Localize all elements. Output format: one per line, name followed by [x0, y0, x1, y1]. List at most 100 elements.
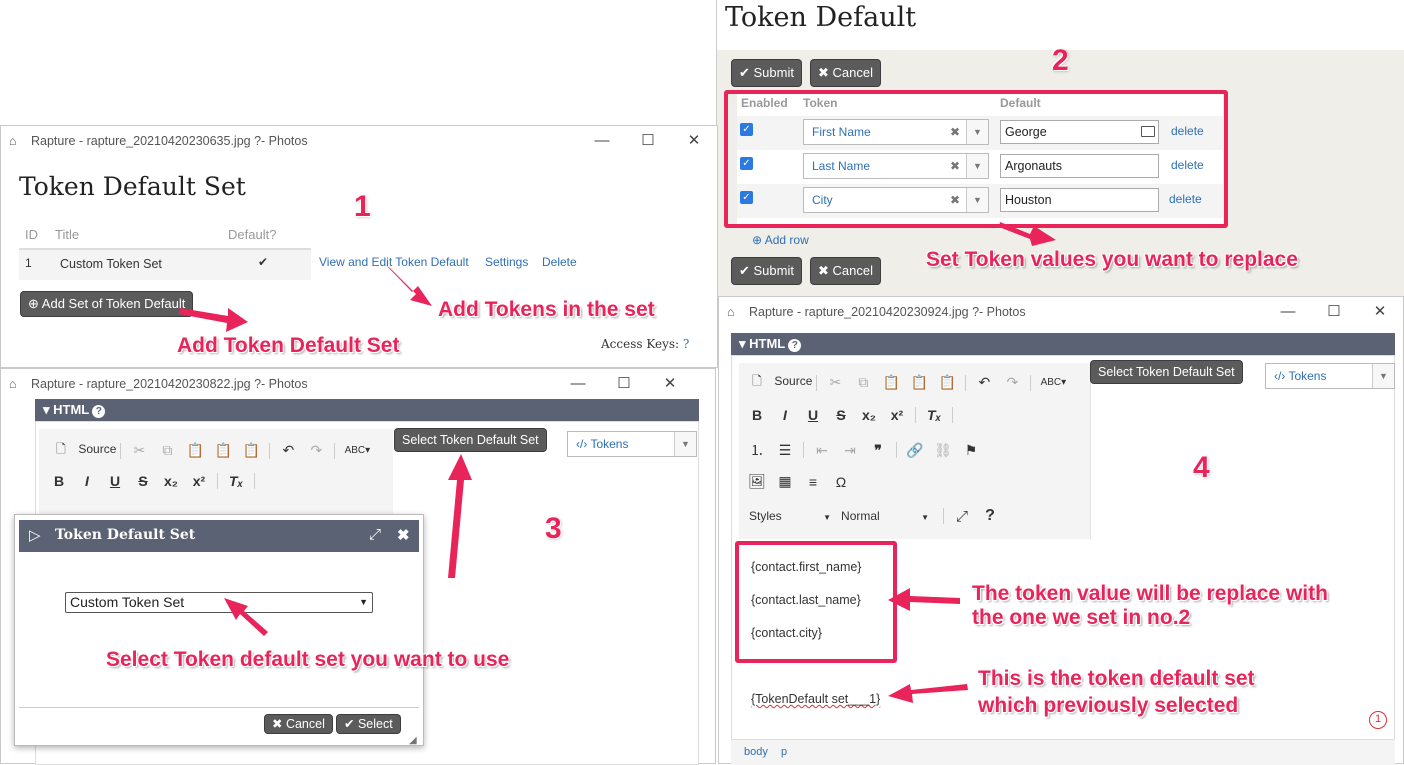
- step-number-2: 2: [1052, 44, 1069, 77]
- paste-text-icon[interactable]: 📋: [209, 442, 237, 459]
- maximize-icon[interactable]: ☐: [625, 126, 671, 156]
- close-icon[interactable]: ✕: [647, 369, 693, 399]
- help-icon[interactable]: ?: [976, 507, 1004, 525]
- select-token-default-set-button[interactable]: Select Token Default Set: [395, 429, 546, 451]
- paste-icon[interactable]: 📋: [181, 442, 209, 459]
- cut-icon[interactable]: ✂: [125, 442, 153, 459]
- redo-icon[interactable]: ↷: [302, 442, 330, 459]
- undo-icon[interactable]: ↶: [970, 374, 998, 391]
- path-body[interactable]: body: [744, 746, 768, 758]
- token-default-set-window: ⌂ Rapture - rapture_20210420230635.jpg ?…: [0, 125, 718, 368]
- add-set-button[interactable]: ⊕ Add Set of Token Default: [21, 292, 193, 316]
- redo-icon[interactable]: ↷: [998, 374, 1026, 391]
- annotation-replace-2: the one we set in no.2: [972, 606, 1191, 629]
- cut-icon[interactable]: ✂: [821, 374, 849, 391]
- chevron-down-icon: ▼: [1372, 364, 1394, 388]
- page-title: Token Default Set: [19, 172, 246, 201]
- spellcheck-icon[interactable]: ABC▾: [339, 445, 375, 456]
- subscript-icon[interactable]: x₂: [855, 407, 883, 423]
- strike-icon[interactable]: S: [827, 407, 855, 423]
- help-icon[interactable]: ?: [683, 337, 689, 351]
- triangle-icon: ▷: [29, 527, 41, 544]
- html-panel-header[interactable]: ▾ HTML?: [35, 399, 699, 421]
- access-keys-label: Access Keys: ?: [601, 337, 690, 351]
- help-icon[interactable]: ?: [788, 339, 802, 352]
- superscript-icon[interactable]: x²: [883, 407, 911, 423]
- underline-icon[interactable]: U: [799, 407, 827, 423]
- minimize-icon[interactable]: —: [555, 369, 601, 399]
- token-set-text[interactable]: {TokenDefault set___1}: [751, 692, 880, 706]
- italic-icon[interactable]: I: [771, 407, 799, 423]
- close-icon[interactable]: ✕: [1357, 297, 1403, 327]
- cancel-button[interactable]: ✖ Cancel: [811, 60, 880, 86]
- paste-word-icon[interactable]: 📋: [933, 374, 961, 391]
- bold-icon[interactable]: B: [45, 473, 73, 489]
- remove-format-icon[interactable]: Tₓ: [222, 473, 250, 489]
- minimize-icon[interactable]: —: [579, 126, 625, 156]
- dialog-cancel-button[interactable]: ✖ Cancel: [265, 715, 332, 733]
- check-icon: ✔: [739, 263, 754, 278]
- indent-icon[interactable]: ⇥: [836, 442, 864, 459]
- numbered-list-icon[interactable]: ⒈: [743, 440, 771, 460]
- styles-dropdown[interactable]: Styles ▼: [749, 509, 841, 523]
- close-icon[interactable]: ✖: [397, 526, 410, 544]
- submit-button[interactable]: ✔ Submit: [732, 258, 801, 284]
- close-icon[interactable]: ✕: [671, 126, 717, 156]
- source-button[interactable]: 🗋 Source: [47, 440, 116, 461]
- cancel-button[interactable]: ✖ Cancel: [811, 258, 880, 284]
- undo-icon[interactable]: ↶: [274, 442, 302, 459]
- bullet-list-icon[interactable]: ☰: [771, 442, 799, 459]
- tokens-dropdown[interactable]: ‹/› Tokens ▼: [567, 431, 697, 457]
- source-button[interactable]: 🗋 Source: [743, 372, 812, 393]
- tokens-dropdown[interactable]: ‹/› Tokens ▼: [1265, 363, 1395, 389]
- plus-icon: ⊕: [752, 233, 765, 247]
- special-char-icon[interactable]: Ω: [827, 474, 855, 490]
- select-token-default-set-button[interactable]: Select Token Default Set: [1091, 361, 1242, 383]
- help-icon[interactable]: ?: [92, 405, 106, 418]
- dialog-divider: [19, 707, 419, 708]
- superscript-icon[interactable]: x²: [185, 473, 213, 489]
- code-icon: ‹/›: [576, 437, 591, 451]
- token-set-select[interactable]: Custom Token Set ▼: [65, 592, 373, 613]
- blockquote-icon[interactable]: ❞: [864, 442, 892, 459]
- paste-word-icon[interactable]: 📋: [237, 442, 265, 459]
- remove-format-icon[interactable]: Tₓ: [920, 407, 948, 423]
- status-bar: [731, 739, 1395, 765]
- html-panel-header[interactable]: ▾ HTML?: [731, 333, 1395, 355]
- italic-icon[interactable]: I: [73, 473, 101, 489]
- view-edit-link[interactable]: View and Edit Token Default: [319, 255, 469, 269]
- underline-icon[interactable]: U: [101, 473, 129, 489]
- dialog-select-button[interactable]: ✔ Select: [337, 715, 400, 733]
- add-row-link[interactable]: ⊕ Add row: [752, 233, 809, 247]
- format-dropdown[interactable]: Normal ▼: [841, 509, 939, 523]
- row-id: 1: [25, 256, 32, 270]
- paste-icon[interactable]: 📋: [877, 374, 905, 391]
- delete-link[interactable]: Delete: [542, 255, 577, 269]
- unlink-icon[interactable]: ⛓: [929, 442, 957, 459]
- highlight-box: [724, 90, 1228, 228]
- maximize-icon[interactable]: ☐: [1311, 297, 1357, 327]
- copy-icon[interactable]: ⧉: [153, 442, 181, 459]
- paste-text-icon[interactable]: 📋: [905, 374, 933, 391]
- path-p[interactable]: p: [781, 746, 787, 758]
- resize-handle-icon[interactable]: ◢: [409, 735, 417, 746]
- image-icon[interactable]: 🖼: [743, 473, 771, 490]
- window-title: Rapture - rapture_20210420230635.jpg ?- …: [31, 134, 308, 148]
- maximize-icon[interactable]: ⤢: [948, 508, 976, 525]
- expand-icon[interactable]: ⤢: [369, 526, 381, 543]
- subscript-icon[interactable]: x₂: [157, 473, 185, 489]
- table-icon[interactable]: ▦: [771, 473, 799, 490]
- minimize-icon[interactable]: —: [1265, 297, 1311, 327]
- strike-icon[interactable]: S: [129, 473, 157, 489]
- link-icon[interactable]: 🔗: [901, 442, 929, 459]
- maximize-icon[interactable]: ☐: [601, 369, 647, 399]
- anchor-flag-icon[interactable]: ⚑: [957, 442, 985, 459]
- bold-icon[interactable]: B: [743, 407, 771, 423]
- document-icon: 🗋: [56, 442, 66, 456]
- submit-button[interactable]: ✔ Submit: [732, 60, 801, 86]
- settings-link[interactable]: Settings: [485, 255, 528, 269]
- spellcheck-icon[interactable]: ABC▾: [1035, 377, 1071, 388]
- outdent-icon[interactable]: ⇤: [808, 442, 836, 459]
- copy-icon[interactable]: ⧉: [849, 374, 877, 391]
- horizontal-rule-icon[interactable]: ≡: [799, 474, 827, 490]
